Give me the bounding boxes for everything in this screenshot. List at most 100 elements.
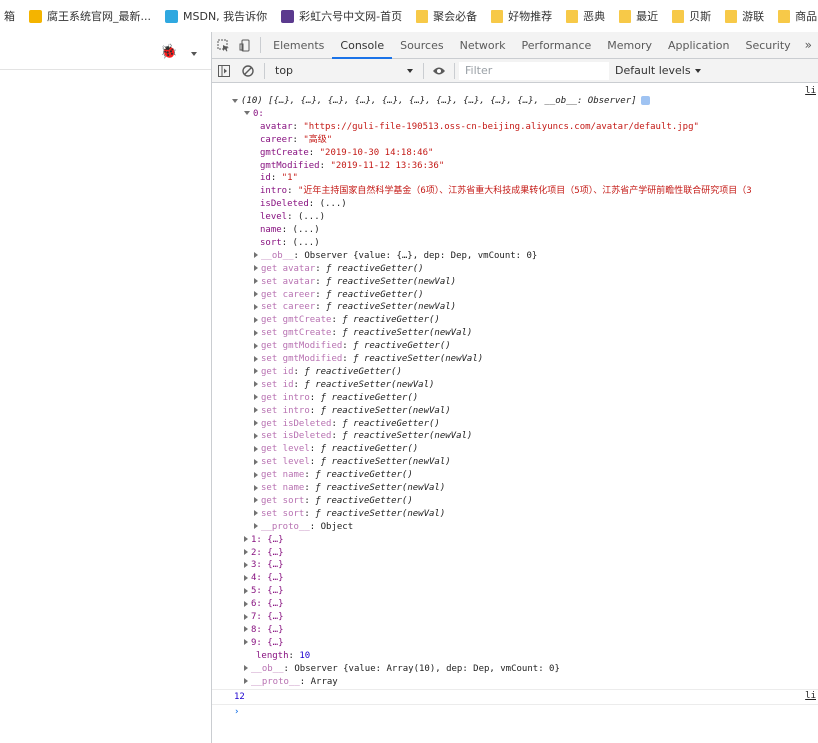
bookmark-item[interactable]: 商品 [778, 8, 817, 24]
bookmark-item[interactable]: 恶典 [566, 8, 605, 24]
expand-right-icon[interactable] [254, 432, 258, 439]
expand-down-icon[interactable] [232, 98, 238, 103]
tab-network[interactable]: Network [452, 32, 514, 59]
expand-right-icon[interactable] [254, 484, 258, 491]
context-selector[interactable]: top [269, 62, 419, 80]
expand-right-icon[interactable] [254, 252, 258, 259]
console-prompt[interactable]: › [234, 706, 239, 718]
bug-icon[interactable]: 🐞 [160, 44, 177, 60]
expand-right-icon[interactable] [254, 471, 258, 478]
expand-down-icon[interactable] [244, 111, 250, 116]
accessor-row[interactable]: get gmtModified: ƒ reactiveGetter() [254, 340, 451, 352]
device-toolbar-icon[interactable] [234, 32, 256, 58]
tab-security[interactable]: Security [737, 32, 798, 59]
tab-elements[interactable]: Elements [265, 32, 332, 59]
array-item-row[interactable]: 2: {…} [244, 547, 284, 559]
array-item-row[interactable]: 7: {…} [244, 611, 284, 623]
expand-right-icon[interactable] [254, 303, 258, 310]
tab-console[interactable]: Console [332, 32, 393, 59]
expand-right-icon[interactable] [254, 381, 258, 388]
array-item-row[interactable]: 4: {…} [244, 572, 284, 584]
accessor-row[interactable]: set career: ƒ reactiveSetter(newVal) [254, 301, 456, 313]
accessor-row[interactable]: set name: ƒ reactiveSetter(newVal) [254, 482, 445, 494]
accessor-row[interactable]: get career: ƒ reactiveGetter() [254, 289, 424, 301]
expand-right-icon[interactable] [244, 613, 248, 620]
accessor-row[interactable]: get avatar: ƒ reactiveGetter() [254, 263, 424, 275]
expand-right-icon[interactable] [244, 639, 248, 646]
expand-right-icon[interactable] [254, 394, 258, 401]
info-icon[interactable] [640, 96, 650, 105]
accessor-row[interactable]: set intro: ƒ reactiveSetter(newVal) [254, 405, 451, 417]
bookmark-item[interactable]: 箱 [4, 8, 15, 24]
accessor-row[interactable]: get name: ƒ reactiveGetter() [254, 469, 413, 481]
expand-right-icon[interactable] [244, 587, 248, 594]
accessor-row[interactable]: set sort: ƒ reactiveSetter(newVal) [254, 508, 445, 520]
expand-right-icon[interactable] [244, 678, 248, 684]
bookmark-item[interactable]: 彩虹六号中文网-首页 [281, 8, 402, 24]
inspect-element-icon[interactable] [212, 32, 234, 58]
chevron-down-icon[interactable] [191, 52, 197, 56]
clear-console-icon[interactable] [236, 59, 260, 83]
array-item-row[interactable]: 1: {…} [244, 534, 284, 546]
expand-right-icon[interactable] [254, 523, 258, 530]
live-expression-eye-icon[interactable] [428, 60, 450, 82]
expand-right-icon[interactable] [254, 355, 258, 362]
expand-right-icon[interactable] [254, 420, 258, 426]
array-item-row[interactable]: 3: {…} [244, 559, 284, 571]
tab-memory[interactable]: Memory [599, 32, 660, 59]
proto-row[interactable]: __proto__: Object [254, 521, 353, 533]
expand-right-icon[interactable] [254, 342, 258, 349]
accessor-row[interactable]: set gmtCreate: ƒ reactiveSetter(newVal) [254, 327, 472, 339]
accessor-row[interactable]: get level: ƒ reactiveGetter() [254, 443, 418, 455]
accessor-row[interactable]: set level: ƒ reactiveSetter(newVal) [254, 456, 451, 468]
bookmark-item[interactable]: MSDN, 我告诉你 [165, 8, 267, 24]
observer-row[interactable]: __ob__: Observer {value: {…}, dep: Dep, … [254, 250, 537, 262]
array-observer-row[interactable]: __ob__: Observer {value: Array(10), dep:… [244, 663, 560, 675]
source-link[interactable]: li [805, 86, 816, 96]
sidebar-toggle-icon[interactable] [212, 59, 236, 83]
accessor-row[interactable]: get gmtCreate: ƒ reactiveGetter() [254, 314, 440, 326]
expand-right-icon[interactable] [254, 407, 258, 414]
expand-right-icon[interactable] [244, 574, 248, 581]
array-item-row[interactable]: 6: {…} [244, 598, 284, 610]
array-item-row[interactable]: 5: {…} [244, 585, 284, 597]
bookmark-item[interactable]: 贝斯 [672, 8, 711, 24]
bookmark-item[interactable]: 腐王系统官网_最新... [29, 8, 151, 24]
accessor-row[interactable]: get isDeleted: ƒ reactiveGetter() [254, 418, 440, 430]
tab-sources[interactable]: Sources [392, 32, 452, 59]
array-item-row[interactable]: 8: {…} [244, 624, 284, 636]
accessor-row[interactable]: get intro: ƒ reactiveGetter() [254, 392, 418, 404]
filter-input[interactable] [459, 61, 609, 80]
accessor-row[interactable]: set avatar: ƒ reactiveSetter(newVal) [254, 276, 456, 288]
tab-performance[interactable]: Performance [514, 32, 600, 59]
expand-right-icon[interactable] [254, 445, 258, 452]
accessor-row[interactable]: get id: ƒ reactiveGetter() [254, 366, 402, 378]
expand-right-icon[interactable] [254, 510, 258, 517]
accessor-row[interactable]: set gmtModified: ƒ reactiveSetter(newVal… [254, 353, 483, 365]
source-link[interactable]: li [805, 691, 816, 701]
bookmark-item[interactable]: 聚会必备 [416, 8, 477, 24]
expand-right-icon[interactable] [244, 561, 248, 568]
bookmark-item[interactable]: 游联 [725, 8, 764, 24]
expand-right-icon[interactable] [254, 368, 258, 375]
tab-application[interactable]: Application [660, 32, 737, 59]
log-levels-dropdown[interactable]: Default levels [615, 64, 701, 77]
item-0-expander[interactable]: 0: [244, 108, 264, 120]
expand-right-icon[interactable] [244, 600, 248, 607]
accessor-row[interactable]: get sort: ƒ reactiveGetter() [254, 495, 413, 507]
expand-right-icon[interactable] [244, 536, 248, 543]
expand-right-icon[interactable] [244, 665, 248, 672]
array-proto-row[interactable]: __proto__: Array [244, 676, 338, 688]
accessor-row[interactable]: set id: ƒ reactiveSetter(newVal) [254, 379, 434, 391]
more-tabs-button[interactable]: » [799, 38, 818, 52]
expand-right-icon[interactable] [254, 497, 258, 504]
expand-right-icon[interactable] [244, 549, 248, 555]
bookmark-item[interactable]: 最近 [619, 8, 658, 24]
console-array-header[interactable]: (10) [{…}, {…}, {…}, {…}, {…}, {…}, {…},… [232, 95, 650, 107]
array-item-row[interactable]: 9: {…} [244, 637, 284, 649]
expand-right-icon[interactable] [254, 329, 258, 336]
expand-right-icon[interactable] [244, 626, 248, 633]
expand-right-icon[interactable] [254, 316, 258, 323]
accessor-row[interactable]: set isDeleted: ƒ reactiveSetter(newVal) [254, 430, 472, 442]
expand-right-icon[interactable] [254, 265, 258, 272]
